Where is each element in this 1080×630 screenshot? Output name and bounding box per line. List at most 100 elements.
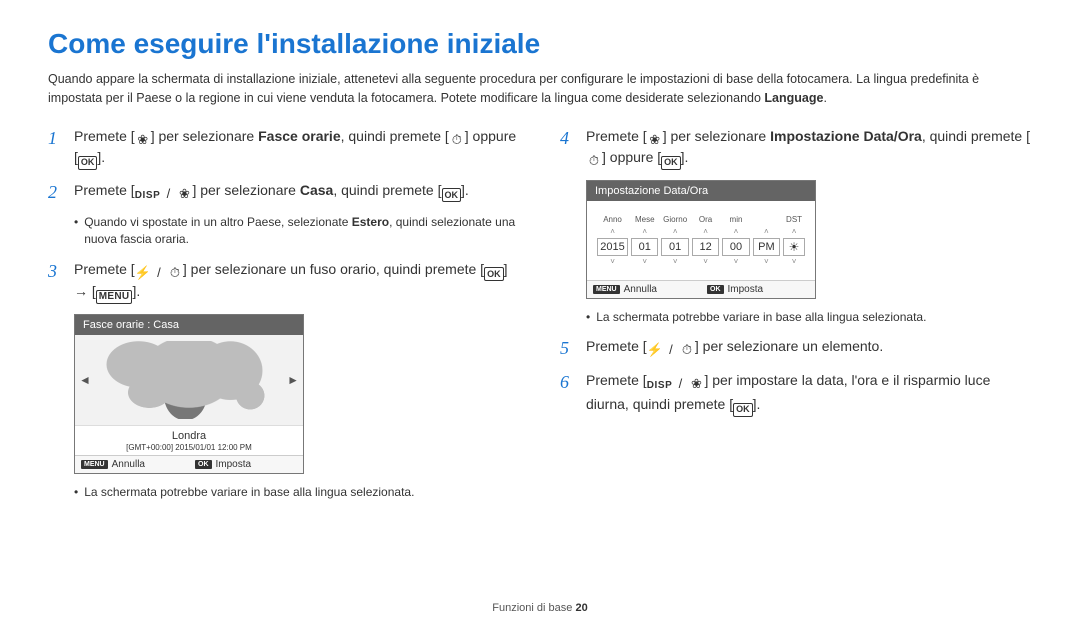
ok-badge-icon: OK — [707, 285, 724, 294]
chevron-up-icon[interactable]: ˄ — [734, 228, 739, 236]
chevron-up-icon[interactable]: ˄ — [764, 228, 769, 236]
text: Premete [ — [74, 182, 135, 198]
chevron-down-icon[interactable]: ˅ — [703, 258, 708, 266]
right-column: 4 Premete [❀] per selezionare Impostazio… — [560, 126, 1032, 512]
text: Premete [ — [586, 338, 647, 354]
hour-spinner[interactable]: ˄12˅ — [692, 228, 719, 266]
chevron-up-icon[interactable]: ˄ — [610, 228, 615, 236]
city-label: Londra — [75, 430, 303, 442]
bold-text: Casa — [300, 182, 333, 198]
text: ]. — [753, 396, 761, 412]
step-number: 5 — [560, 336, 576, 360]
bold-text: Impostazione Data/Ora — [770, 128, 922, 144]
month-spinner[interactable]: ˄01˅ — [631, 228, 658, 266]
text: Quando vi spostate in un altro Paese, se… — [84, 215, 352, 229]
disp-icon: DISP — [647, 378, 673, 394]
cancel-button[interactable]: MENUAnnulla — [75, 456, 189, 473]
footer-page-number: 20 — [575, 602, 587, 614]
screen-header: Impostazione Data/Ora — [587, 181, 815, 201]
menu-badge-icon: MENU — [593, 285, 620, 294]
macro-icon: ❀ — [688, 376, 704, 392]
chevron-up-icon[interactable]: ˄ — [792, 228, 797, 236]
screen-note: • La schermata potrebbe variare in base … — [586, 309, 1032, 326]
cancel-label: Annulla — [624, 284, 657, 295]
min-value: 00 — [722, 238, 749, 256]
text: ] per selezionare — [663, 128, 770, 144]
note-text: La schermata potrebbe variare in base al… — [84, 484, 414, 501]
text: ]. — [97, 149, 105, 165]
bullet-icon: • — [74, 214, 78, 249]
text: ] per selezionare — [151, 128, 258, 144]
timezone-screen: Fasce orarie : Casa ◄ ► Londra [GMT+00:0… — [74, 314, 304, 474]
macro-icon: ❀ — [647, 131, 663, 147]
step-number: 3 — [48, 259, 64, 305]
bold-text: Fasce orarie — [258, 128, 341, 144]
intro-text: Quando appare la schermata di installazi… — [48, 70, 1032, 108]
timer-icon: ⏱ — [679, 341, 695, 357]
footer-section: Funzioni di base — [492, 602, 575, 614]
screen-header: Fasce orarie : Casa — [75, 315, 303, 335]
timer-icon: ⏱ — [449, 131, 465, 147]
year-spinner[interactable]: ˄2015˅ — [597, 228, 628, 266]
disp-icon: DISP — [135, 188, 161, 204]
text: ]. — [681, 149, 689, 165]
slash: / — [663, 341, 679, 357]
chevron-down-icon[interactable]: ˅ — [642, 258, 647, 266]
text: ] per selezionare un elemento. — [695, 338, 883, 354]
text: , quindi premete [ — [333, 182, 441, 198]
text: , quindi premete [ — [341, 128, 449, 144]
ok-icon: OK — [733, 403, 753, 417]
next-arrow-icon[interactable]: ► — [287, 373, 299, 387]
min-spinner[interactable]: ˄ 00 ˅ — [722, 228, 749, 266]
page-footer: Funzioni di base 20 — [0, 602, 1080, 614]
step-number: 1 — [48, 126, 64, 170]
chevron-down-icon[interactable]: ˅ — [764, 258, 769, 266]
text: Premete [ — [74, 261, 135, 277]
ok-icon: OK — [442, 188, 462, 202]
label-month: Mese — [631, 215, 658, 224]
note-text: La schermata potrebbe variare in base al… — [596, 309, 926, 326]
slash: / — [672, 376, 688, 392]
dst-spinner[interactable]: ˄☀˅ — [783, 228, 805, 266]
screen-note: • La schermata potrebbe variare in base … — [74, 484, 520, 501]
chevron-up-icon[interactable]: ˄ — [673, 228, 678, 236]
prev-arrow-icon[interactable]: ◄ — [79, 373, 91, 387]
bullet-icon: • — [586, 309, 590, 326]
set-button[interactable]: OKImposta — [189, 456, 303, 473]
cancel-button[interactable]: MENU Annulla — [587, 281, 701, 298]
step-4: 4 Premete [❀] per selezionare Impostazio… — [560, 126, 1032, 170]
set-button[interactable]: OKImposta — [701, 281, 815, 298]
bullet-icon: • — [74, 484, 78, 501]
ok-icon: OK — [78, 156, 98, 170]
ampm-spinner[interactable]: ˄PM˅ — [753, 228, 780, 266]
chevron-up-icon[interactable]: ˄ — [703, 228, 708, 236]
ok-icon: OK — [484, 267, 504, 281]
day-spinner[interactable]: ˄01˅ — [661, 228, 688, 266]
text: ]. — [461, 182, 469, 198]
chevron-down-icon[interactable]: ˅ — [673, 258, 678, 266]
text: ] per selezionare un fuso orario, quindi… — [183, 261, 484, 277]
timezone-label: [GMT+00:00] 2015/01/01 12:00 PM — [75, 443, 303, 452]
chevron-down-icon[interactable]: ˅ — [792, 258, 797, 266]
text: ] per selezionare — [192, 182, 299, 198]
step-6: 6 Premete [DISP/❀] per impostare la data… — [560, 370, 1032, 417]
step-3: 3 Premete [⚡/⏱] per selezionare un fuso … — [48, 259, 520, 305]
timer-icon: ⏱ — [167, 264, 183, 280]
slash: / — [160, 185, 176, 201]
flash-icon: ⚡ — [135, 264, 151, 280]
label-day: Giorno — [661, 215, 688, 224]
macro-icon: ❀ — [135, 131, 151, 147]
chevron-up-icon[interactable]: ˄ — [642, 228, 647, 236]
page-title: Come eseguire l'installazione iniziale — [48, 28, 1032, 60]
chevron-down-icon[interactable]: ˅ — [734, 258, 739, 266]
label-hour: Ora — [692, 215, 719, 224]
text: Premete [ — [586, 128, 647, 144]
label-ampm — [753, 215, 780, 224]
step-2: 2 Premete [DISP/❀] per selezionare Casa,… — [48, 180, 520, 204]
ok-icon: OK — [661, 156, 681, 170]
chevron-down-icon[interactable]: ˅ — [610, 258, 615, 266]
set-label: Imposta — [216, 459, 252, 470]
left-column: 1 Premete [❀] per selezionare Fasce orar… — [48, 126, 520, 512]
slash: / — [151, 264, 167, 280]
label-year: Anno — [597, 215, 628, 224]
